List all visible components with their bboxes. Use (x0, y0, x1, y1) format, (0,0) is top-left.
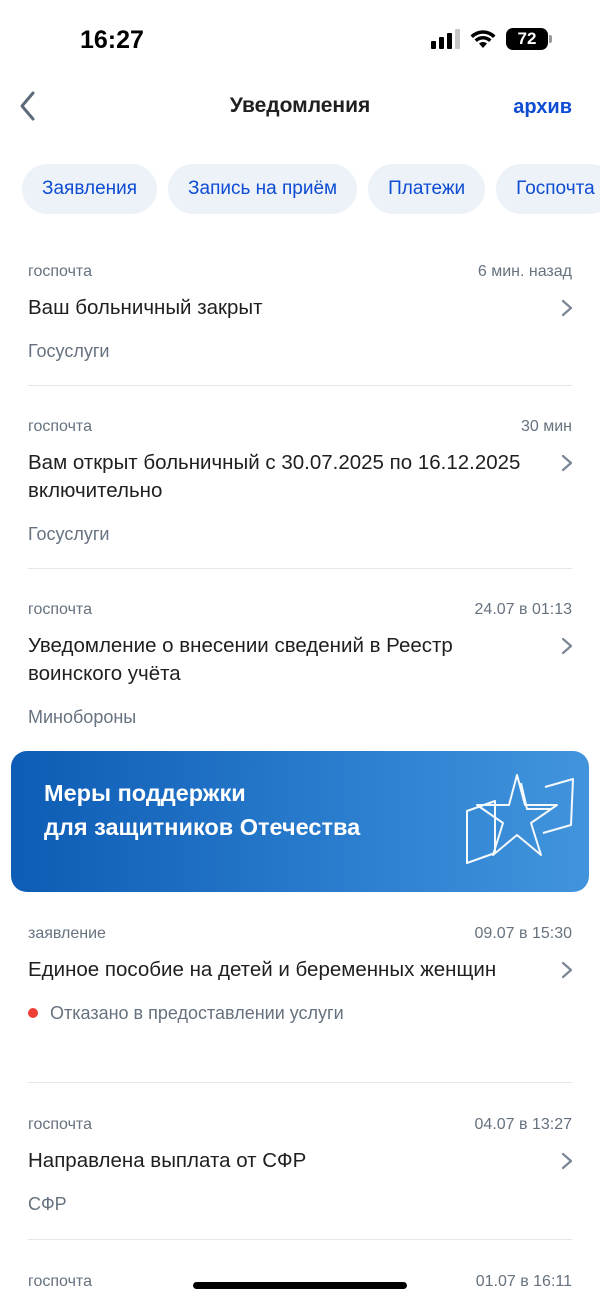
notification-title: Единое пособие на детей и беременных жен… (28, 958, 497, 981)
chevron-right-icon (561, 637, 573, 655)
home-indicator (193, 1282, 407, 1289)
status-time: 16:27 (80, 26, 144, 54)
notification-sender: СФР (28, 1194, 67, 1214)
filter-chip-appointments[interactable]: Запись на приём (168, 164, 358, 214)
notification-item[interactable]: госпочта 30 мин Вам открыт больничный с 3… (0, 417, 600, 544)
notification-item[interactable]: заявление 09.07 в 15:30 Единое пособие на… (0, 924, 600, 1052)
page-title: Уведомления (229, 94, 371, 117)
notification-sender: Госуслуги (28, 524, 110, 544)
banner-text: Меры поддержки для защитников Отечества (44, 776, 360, 844)
archive-button[interactable]: архив (513, 96, 572, 119)
filter-chips: Заявления Запись на приём Платежи Госпочта (22, 164, 600, 214)
notification-title: Направлена выплата от СФР (28, 1149, 307, 1172)
notification-title: Вам открыт больничный с 30.07.2025 по 16… (28, 451, 521, 502)
filter-chip-gospochta[interactable]: Госпочта (496, 164, 600, 214)
chevron-right-icon (561, 454, 573, 472)
nav-header: Уведомления архив (0, 80, 600, 132)
notification-status: Отказано в предоставлении услуги (28, 1002, 572, 1024)
chevron-right-icon (561, 1152, 573, 1170)
divider (28, 385, 572, 386)
notification-time: 24.07 в 01:13 (474, 601, 572, 618)
notification-sender: Минобороны (28, 707, 137, 727)
filter-chip-payments[interactable]: Платежи (368, 164, 486, 214)
notification-type: госпочта (28, 1116, 92, 1133)
status-bar: 16:27 72 (0, 0, 600, 80)
divider (28, 568, 572, 569)
chevron-right-icon (561, 299, 573, 317)
notification-title: Ваш больничный закрыт (28, 296, 263, 319)
notification-status-text: Отказано в предоставлении услуги (50, 1003, 344, 1023)
star-flag-icon (466, 774, 574, 864)
divider (28, 1239, 572, 1240)
cellular-signal-icon (431, 29, 460, 49)
notification-time: 09.07 в 15:30 (474, 925, 572, 942)
notification-type: госпочта (28, 1273, 92, 1290)
filter-chip-applications[interactable]: Заявления (22, 164, 158, 214)
notification-type: госпочта (28, 418, 92, 435)
notification-type: заявление (28, 925, 106, 942)
banner-line-2: для защитников Отечества (44, 814, 361, 840)
banner-line-1: Меры поддержки (44, 780, 246, 806)
notification-time: 01.07 в 16:11 (475, 1273, 572, 1290)
notification-item[interactable]: госпочта 04.07 в 13:27 Направлена выплата… (0, 1115, 600, 1214)
divider (28, 1082, 572, 1083)
notification-list: госпочта 6 мин. назад Ваш больничный закр… (0, 262, 600, 727)
battery-level: 72 (517, 29, 537, 48)
notification-list-lower: заявление 09.07 в 15:30 Единое пособие на… (0, 924, 600, 1300)
notification-time: 04.07 в 13:27 (474, 1116, 572, 1133)
notification-title: Уведомление о внесении сведений в Реестр… (28, 634, 453, 685)
notification-time: 6 мин. назад (477, 263, 572, 280)
notification-item[interactable]: госпочта 24.07 в 01:13 Уведомление о внес… (0, 600, 600, 727)
notification-type: госпочта (28, 601, 92, 618)
wifi-icon (470, 30, 496, 48)
support-measures-banner[interactable]: Меры поддержки для защитников Отечества (11, 751, 589, 892)
status-dot (28, 1008, 38, 1018)
notification-item[interactable]: госпочта 6 мин. назад Ваш больничный закр… (0, 262, 600, 361)
status-icons: 72 (431, 28, 552, 50)
notification-sender: Госуслуги (28, 341, 110, 361)
notification-type: госпочта (28, 263, 92, 280)
battery-icon: 72 (506, 28, 552, 50)
chevron-right-icon (561, 961, 573, 979)
notification-time: 30 мин (520, 418, 572, 435)
